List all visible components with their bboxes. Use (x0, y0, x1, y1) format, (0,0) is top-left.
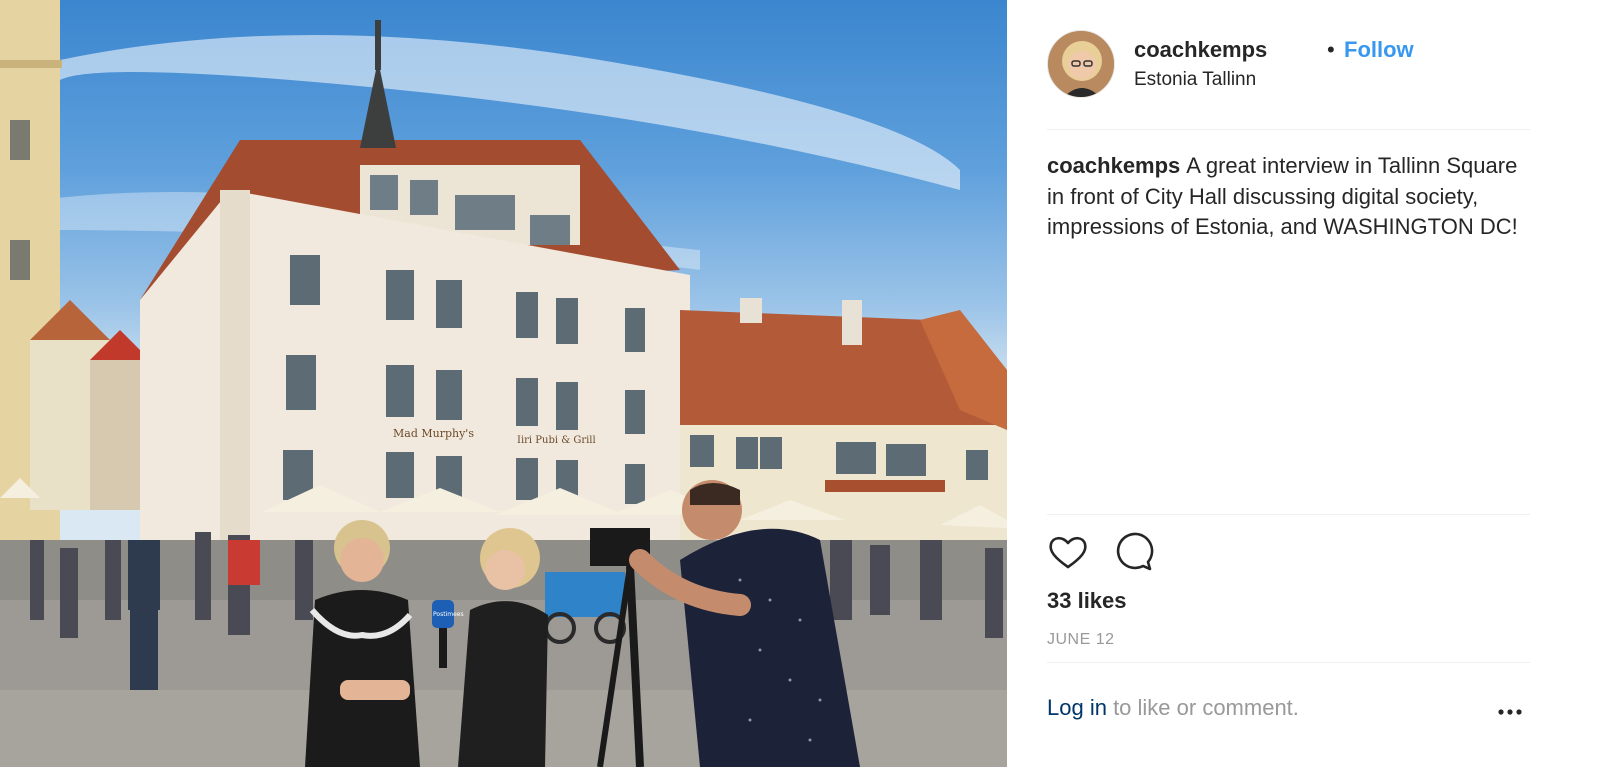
like-button[interactable] (1047, 532, 1089, 574)
caption-username[interactable]: coachkemps (1047, 153, 1180, 178)
comment-button[interactable] (1113, 532, 1155, 574)
pub-sign-left: Mad Murphy's (393, 427, 474, 440)
login-prompt: Log in to like or comment. (1047, 695, 1299, 721)
post-details-panel: coachkemps • Follow Estonia Tallinn coac… (1007, 0, 1600, 767)
post-photo[interactable]: Mad Murphy's Iiri Pubi & Grill Postimees (0, 0, 1007, 767)
login-link[interactable]: Log in (1047, 695, 1107, 720)
footer-divider (1047, 662, 1530, 663)
avatar-icon (1048, 31, 1114, 97)
more-options-button[interactable] (1491, 697, 1531, 723)
avatar[interactable] (1047, 30, 1115, 98)
header-separator: • (1327, 37, 1335, 62)
like-count[interactable]: 33 likes (1047, 588, 1127, 614)
post-header: coachkemps • Follow Estonia Tallinn (1047, 28, 1537, 100)
heart-icon (1049, 536, 1087, 569)
actions-divider (1047, 514, 1530, 515)
header-divider (1047, 129, 1530, 130)
post-caption: coachkemps A great interview in Tallinn S… (1047, 151, 1537, 243)
comment-bubble-icon (1116, 532, 1154, 571)
post-location[interactable]: Estonia Tallinn (1134, 69, 1256, 91)
tallinn-square-photo: Mad Murphy's Iiri Pubi & Grill Postimees (0, 0, 1007, 767)
post-date: JUNE 12 (1047, 631, 1115, 648)
pub-sign-right: Iiri Pubi & Grill (517, 435, 596, 446)
follow-button[interactable]: Follow (1344, 37, 1414, 63)
login-suffix: to like or comment. (1106, 695, 1299, 720)
more-options-icon (1498, 709, 1522, 715)
post-username[interactable]: coachkemps (1134, 37, 1267, 63)
post-actions (1047, 532, 1537, 572)
microphone-label: Postimees (433, 611, 464, 618)
